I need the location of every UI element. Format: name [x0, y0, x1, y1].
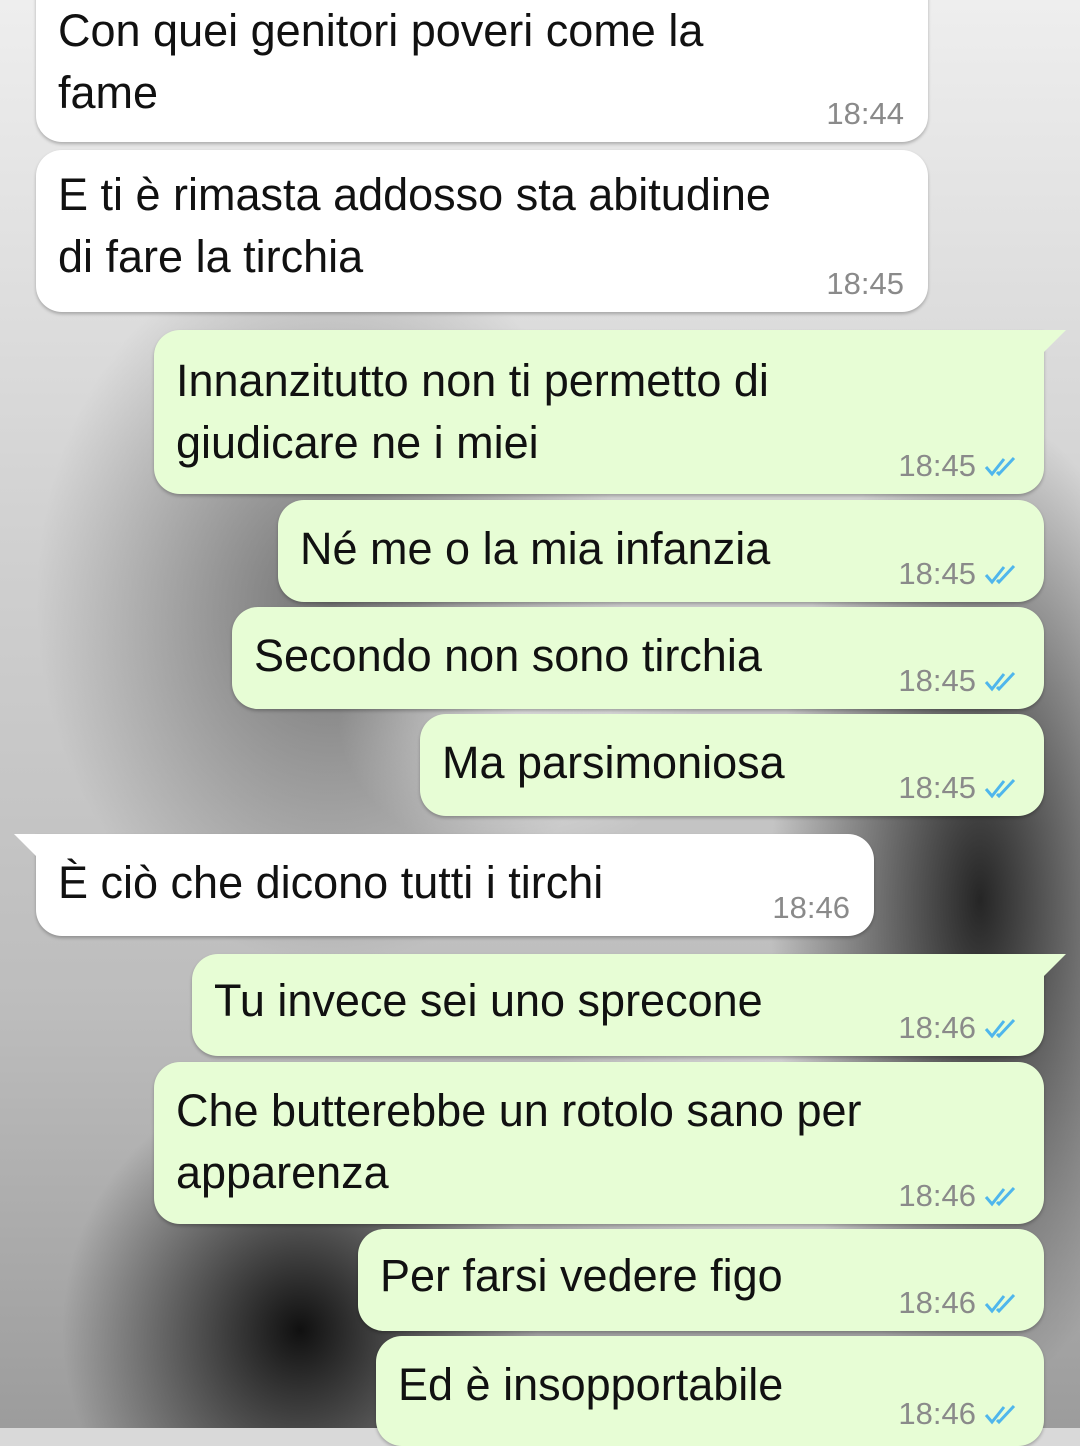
- outgoing-message-bubble[interactable]: Per farsi vedere figo 18:46: [358, 1229, 1044, 1331]
- double-check-read-icon: [984, 1186, 1016, 1207]
- message-text: E ti è rimasta addosso sta abitudine di …: [58, 169, 771, 282]
- message-text: Che butterebbe un rotolo sano per appare…: [176, 1085, 862, 1198]
- double-check-read-icon: [984, 456, 1016, 477]
- message-timestamp: 18:46: [772, 890, 850, 925]
- bubble-tail: [14, 834, 36, 856]
- message-text: È ciò che dicono tutti i tirchi: [58, 857, 604, 908]
- message-text: Con quei genitori poveri come la fame: [58, 5, 704, 118]
- double-check-read-icon: [984, 1293, 1016, 1314]
- double-check-read-icon: [984, 1404, 1016, 1425]
- message-timestamp: 18:44: [826, 96, 904, 131]
- incoming-message-bubble[interactable]: Con quei genitori poveri come la fame 18…: [36, 0, 928, 142]
- double-check-read-icon: [984, 671, 1016, 692]
- message-timestamp: 18:46: [898, 1396, 976, 1431]
- incoming-message-bubble[interactable]: È ciò che dicono tutti i tirchi 18:46: [14, 834, 874, 936]
- message-timestamp: 18:45: [898, 556, 976, 591]
- message-timestamp: 18:45: [898, 448, 976, 483]
- outgoing-message-bubble[interactable]: Innanzitutto non ti permetto di giudicar…: [154, 330, 1066, 494]
- message-timestamp: 18:46: [898, 1010, 976, 1045]
- double-check-read-icon: [984, 1018, 1016, 1039]
- outgoing-message-bubble[interactable]: Ed è insopportabile 18:46: [376, 1336, 1044, 1446]
- outgoing-message-bubble[interactable]: Che butterebbe un rotolo sano per appare…: [154, 1062, 1044, 1224]
- outgoing-message-bubble[interactable]: Secondo non sono tirchia 18:45: [232, 607, 1044, 709]
- outgoing-message-bubble[interactable]: Né me o la mia infanzia 18:45: [278, 500, 1044, 602]
- message-timestamp: 18:45: [898, 770, 976, 805]
- double-check-read-icon: [984, 778, 1016, 799]
- message-timestamp: 18:45: [826, 266, 904, 301]
- incoming-message-bubble[interactable]: E ti è rimasta addosso sta abitudine di …: [36, 150, 928, 312]
- outgoing-message-bubble[interactable]: Ma parsimoniosa 18:45: [420, 714, 1044, 816]
- double-check-read-icon: [984, 564, 1016, 585]
- bubble-tail: [1044, 954, 1066, 976]
- message-timestamp: 18:45: [898, 663, 976, 698]
- bubble-tail: [1044, 330, 1066, 352]
- message-timestamp: 18:46: [898, 1285, 976, 1320]
- outgoing-message-bubble[interactable]: Tu invece sei uno sprecone 18:46: [192, 954, 1066, 1056]
- message-text: Innanzitutto non ti permetto di giudicar…: [176, 355, 769, 468]
- chat-message-list[interactable]: Con quei genitori poveri come la fame 18…: [0, 0, 1080, 1446]
- message-timestamp: 18:46: [898, 1178, 976, 1213]
